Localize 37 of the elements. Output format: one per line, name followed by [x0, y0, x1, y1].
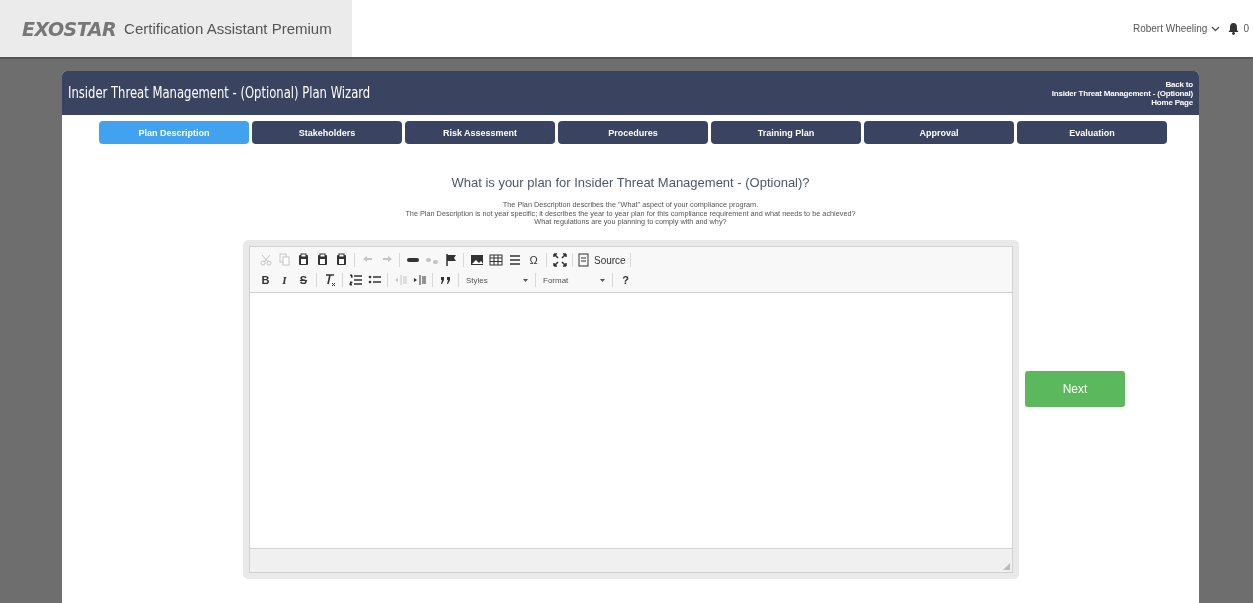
product-name: Certification Assistant Premium: [124, 20, 332, 37]
paste-icon[interactable]: [296, 253, 311, 267]
indent-icon[interactable]: [412, 273, 427, 287]
caret-icon: [600, 278, 605, 282]
wizard-tab[interactable]: Procedures: [558, 121, 708, 144]
toolbar-button[interactable]: Ω: [524, 251, 543, 269]
toolbar-button[interactable]: B: [256, 271, 275, 289]
dropdown[interactable]: Format: [539, 271, 609, 289]
maximize-icon[interactable]: [552, 253, 567, 267]
paste-text-icon[interactable]: [315, 253, 330, 267]
wizard-tab[interactable]: Training Plan: [711, 121, 861, 144]
toolbar-button[interactable]: S: [294, 271, 313, 289]
toolbar-button[interactable]: I: [275, 271, 294, 289]
anchor-icon[interactable]: [443, 253, 458, 267]
document-icon: [577, 253, 591, 267]
numbered-list-icon[interactable]: [348, 273, 363, 287]
resize-grip-icon[interactable]: [1003, 562, 1010, 570]
notification-count: 0: [1243, 23, 1249, 34]
question-heading: What is your plan for Insider Threat Management - (Optional)?: [450, 175, 811, 190]
dropdown[interactable]: Styles: [462, 271, 532, 289]
paste-word-icon[interactable]: [334, 253, 349, 267]
wizard-title: Insider Threat Management - (Optional) Plan Wizard: [68, 84, 371, 102]
image-icon[interactable]: [469, 253, 484, 267]
source-button[interactable]: Source: [576, 251, 627, 269]
toolbar-button[interactable]: ?: [616, 271, 635, 289]
wizard-tab[interactable]: Evaluation: [1017, 121, 1167, 144]
table-icon[interactable]: [488, 253, 503, 267]
brand-logo: EXOSTAR: [22, 17, 117, 40]
back-link[interactable]: Back to Insider Threat Management - (Optional) Home Page: [1051, 79, 1193, 107]
wizard-tab[interactable]: Approval: [864, 121, 1014, 144]
user-name[interactable]: Robert Wheeling: [1132, 23, 1208, 34]
wizard-tab[interactable]: Risk Assessment: [405, 121, 555, 144]
bell-icon[interactable]: [1228, 22, 1240, 35]
caret-icon: [523, 278, 528, 282]
rule-icon[interactable]: [507, 253, 522, 267]
chevron-down-icon[interactable]: [1211, 25, 1221, 32]
wizard-tab[interactable]: Stakeholders: [252, 121, 402, 144]
